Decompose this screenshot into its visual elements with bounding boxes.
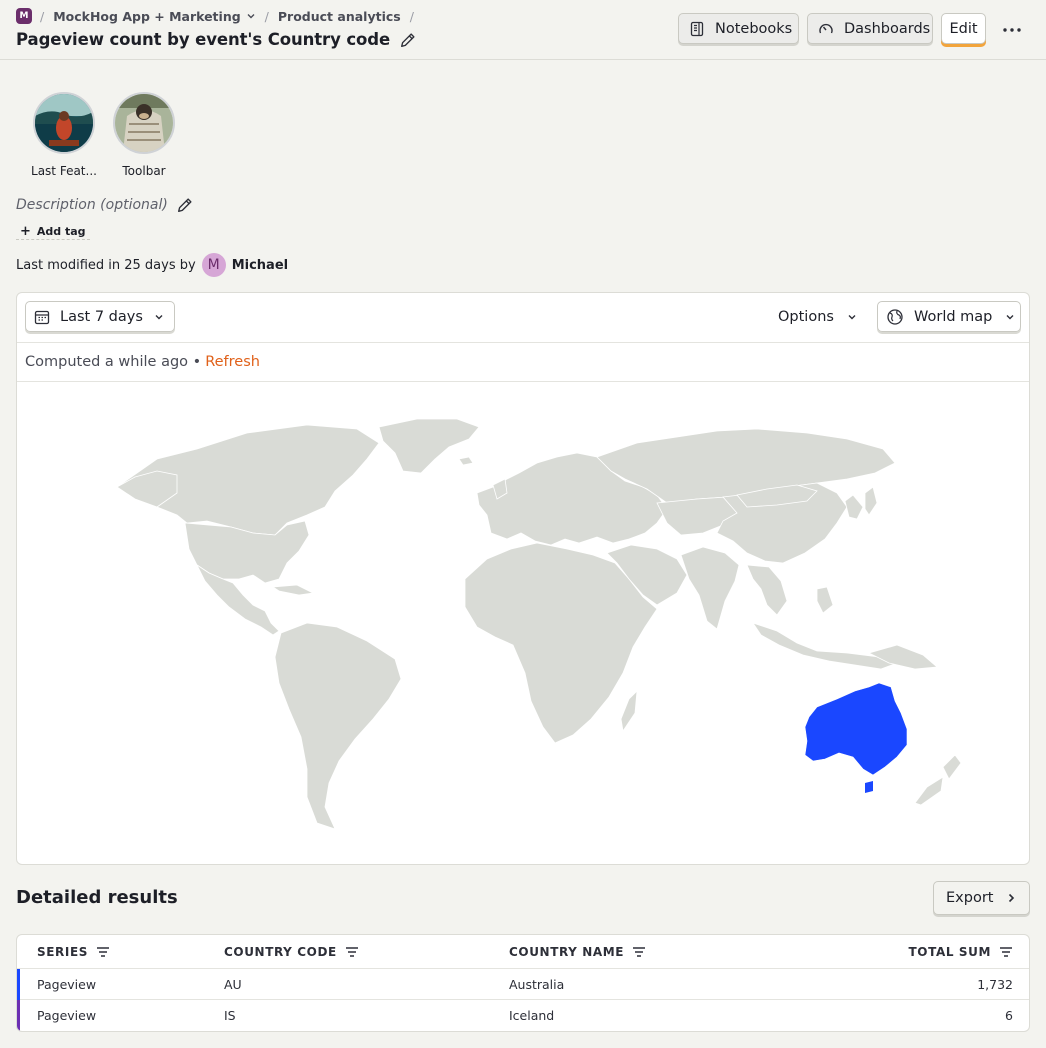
region-indonesia [752,622,899,670]
favorite-avatar-lake [33,92,95,154]
country-iceland [458,456,474,466]
favorite-item[interactable]: Last Feat... [31,92,97,178]
title-row: Pageview count by event's Country code [16,30,417,49]
cell-total-sum: 6 [1005,1008,1013,1023]
notebooks-button[interactable]: Notebooks [678,13,799,44]
country-new-zealand [914,754,962,806]
column-header-label: COUNTRY CODE [224,945,337,959]
options-dropdown[interactable]: Options [778,309,858,325]
edit-button-label: Edit [949,20,978,37]
page-title[interactable]: Pageview count by event's Country code [16,30,390,49]
pencil-icon[interactable] [399,31,417,49]
globe-icon [887,308,903,325]
date-range-select[interactable]: Last 7 days [25,301,175,332]
column-header-label: SERIES [37,945,88,959]
table-row[interactable]: Pageview IS Iceland 6 [17,1000,1029,1031]
region-caribbean [271,584,315,596]
export-button-label: Export [946,890,994,906]
favorite-label: Toolbar [122,164,166,178]
breadcrumb-separator: / [409,8,414,24]
description-field[interactable]: Description (optional) [16,196,194,214]
insight-card: Last 7 days Options World map Computed a… [16,292,1030,865]
column-header-country-name[interactable]: COUNTRY NAME [509,935,646,969]
sort-icon [345,947,358,957]
dashboards-button[interactable]: Dashboards [807,13,933,44]
column-header-series[interactable]: SERIES [37,935,110,969]
chevron-down-icon [155,314,163,319]
country-korea-japan [844,486,878,520]
options-label: Options [778,309,834,325]
country-tasmania [865,781,873,793]
notebooks-button-label: Notebooks [715,20,793,37]
notebook-icon [690,21,704,36]
favorite-avatar-pug [113,92,175,154]
country-philippines [816,586,834,614]
edit-button[interactable]: Edit [941,13,986,44]
breadcrumb-project-label: MockHog App + Marketing [53,8,241,24]
column-header-label: TOTAL SUM [908,945,991,959]
sort-icon [633,947,646,957]
sort-icon [97,947,109,957]
cell-total-sum: 1,732 [977,977,1013,992]
dashboards-button-label: Dashboards [844,20,931,37]
country-india [680,546,740,630]
breadcrumb-separator: / [264,8,269,24]
cell-series: Pageview [37,977,97,992]
breadcrumb: M / MockHog App + Marketing / Product an… [16,7,423,25]
avatar: M [201,253,226,277]
plus-icon: + [20,224,31,239]
pencil-icon[interactable] [176,196,194,214]
column-header-label: COUNTRY NAME [509,945,625,959]
results-title: Detailed results [16,887,178,908]
visualization-select[interactable]: World map [877,301,1021,332]
chevron-down-icon [1006,314,1014,319]
favorite-item[interactable]: Toolbar [112,92,176,178]
region-south-america [274,622,402,830]
chevron-down-icon [848,315,856,320]
dashboard-gauge-icon [819,23,833,33]
sort-icon [1000,947,1012,957]
breadcrumb-section[interactable]: Product analytics [278,9,401,24]
table-row[interactable]: Pageview AU Australia 1,732 [17,969,1029,1000]
chevron-down-icon [247,14,255,19]
date-range-value: Last 7 days [60,308,143,325]
favorite-label: Last Feat... [31,164,97,178]
computed-status: Computed a while ago • Refresh [17,343,1029,382]
region-southeast-asia [746,564,788,616]
add-tag-label: Add tag [36,225,86,238]
refresh-link[interactable]: Refresh [205,354,260,370]
country-australia [804,682,908,776]
series-color-bar [17,1000,20,1031]
cell-series: Pageview [37,1008,97,1023]
column-header-total-sum[interactable]: TOTAL SUM [909,935,1013,969]
top-bar: M / MockHog App + Marketing / Product an… [0,0,1046,60]
project-badge[interactable]: M [16,8,32,24]
description-placeholder: Description (optional) [16,197,168,213]
visualization-value: World map [914,308,993,325]
cell-country-code: IS [224,1008,236,1023]
column-header-country-code[interactable]: COUNTRY CODE [224,935,359,969]
cell-country-name: Iceland [509,1008,555,1023]
export-button[interactable]: Export [933,881,1030,915]
breadcrumb-separator: / [40,8,45,24]
table-header: SERIES COUNTRY CODE COUNTRY NAME TOTAL S… [17,935,1029,969]
last-modified: Last modified in 25 days by M Michael [16,253,288,277]
last-modified-text: Last modified in 25 days by [16,257,196,273]
world-map [116,418,962,830]
cell-country-code: AU [224,977,242,992]
chevron-right-icon [1009,893,1015,903]
cell-country-name: Australia [509,977,565,992]
computed-text: Computed a while ago • [25,354,202,370]
breadcrumb-project[interactable]: MockHog App + Marketing [53,9,255,24]
country-madagascar [620,689,638,733]
author-name: Michael [231,257,289,273]
more-options-icon[interactable] [1000,18,1024,42]
calendar-icon [34,310,50,324]
results-table: SERIES COUNTRY CODE COUNTRY NAME TOTAL S… [16,934,1030,1032]
series-color-bar [17,969,20,1000]
insight-toolbar: Last 7 days Options World map [17,293,1029,343]
add-tag-button[interactable]: + Add tag [16,224,90,240]
